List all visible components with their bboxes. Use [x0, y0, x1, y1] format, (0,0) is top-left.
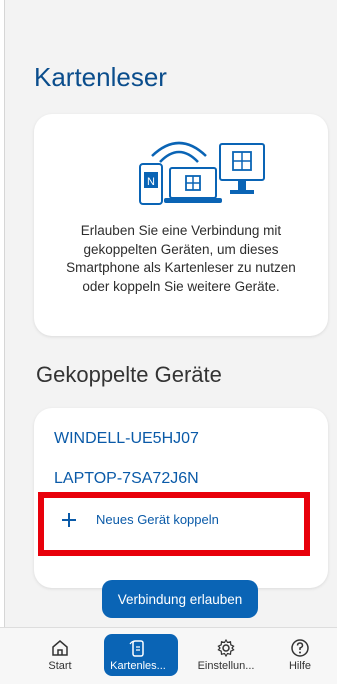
plus-icon [62, 512, 76, 527]
pair-new-device-label: Neues Gerät koppeln [96, 512, 219, 527]
bottom-navigation: Start Kartenles... Einstellun... Hilfe [0, 627, 337, 684]
nav-label: Kartenles... [110, 660, 166, 672]
nav-item-start[interactable]: Start [22, 634, 98, 680]
nav-item-help[interactable]: Hilfe [262, 634, 337, 680]
info-text: Erlauben Sie eine Verbindung mit gekoppe… [66, 223, 296, 294]
home-icon [52, 640, 68, 656]
allow-connection-button[interactable]: Verbindung erlauben [102, 580, 258, 618]
page-title: Kartenleser [34, 62, 167, 92]
left-edge [0, 0, 5, 684]
nav-item-settings[interactable]: Einstellun... [188, 634, 264, 680]
devices-illustration-icon: N [139, 141, 265, 205]
nav-label: Hilfe [288, 660, 311, 672]
nav-label: Einstellun... [197, 660, 255, 672]
pair-new-device-button[interactable]: Neues Gerät koppeln [62, 512, 219, 527]
device-item[interactable]: LAPTOP-7SA72J6N [54, 470, 199, 488]
card-reader-icon [129, 640, 144, 657]
device-item[interactable]: WINDELL-UE5HJ07 [54, 430, 199, 448]
help-icon [291, 639, 309, 657]
info-card: N Erlauben Sie eine Verbindung mit gekop… [34, 114, 328, 336]
nav-label: Start [48, 660, 72, 672]
gear-icon [217, 638, 235, 658]
paired-devices-heading: Gekoppelte Geräte [36, 362, 222, 387]
nav-item-card-reader[interactable]: Kartenles... [100, 634, 178, 680]
svg-text:N: N [147, 176, 155, 188]
